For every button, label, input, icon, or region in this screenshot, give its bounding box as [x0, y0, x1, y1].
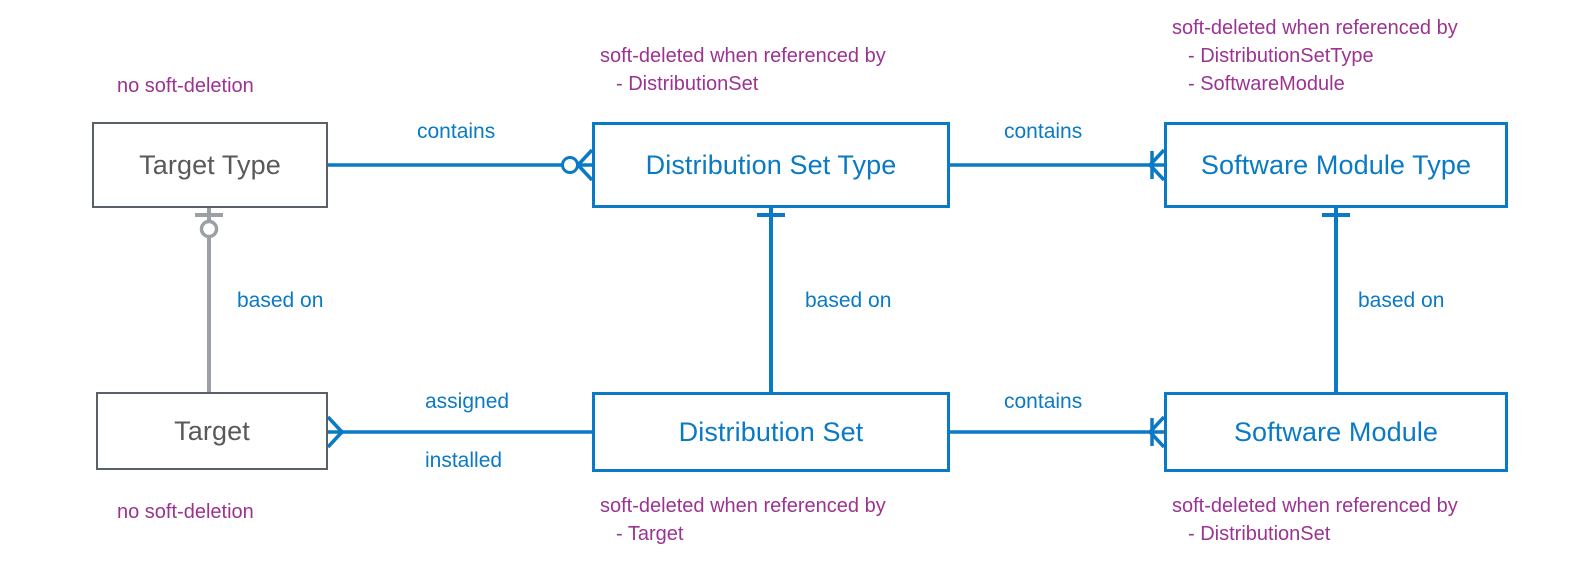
edge-label-text: contains — [417, 120, 496, 143]
edge-label-text: contains — [1004, 120, 1083, 143]
note-line: no soft-deletion — [117, 501, 254, 523]
entity-distribution-set[interactable]: Distribution Set — [592, 392, 950, 472]
edge-label-text: based on — [1358, 289, 1445, 312]
edge-target-to-distribution-set — [326, 415, 592, 449]
edge-label-contains-dst-smt: contains — [999, 120, 1088, 144]
note-line: - DistributionSetType — [1188, 45, 1374, 67]
entity-software-module[interactable]: Software Module — [1164, 392, 1508, 472]
edge-distribution-set-to-software-module — [950, 415, 1166, 449]
edge-label-text: based on — [805, 289, 892, 312]
entity-target[interactable]: Target — [96, 392, 328, 470]
entity-label: Software Module — [1233, 416, 1439, 447]
edge-target-type-to-target — [195, 208, 223, 392]
entity-label: Target Type — [139, 149, 281, 180]
edge-target-type-to-distribution-set-type — [328, 148, 594, 182]
edge-label-assigned: assigned — [420, 390, 515, 414]
note-line: no soft-deletion — [117, 75, 254, 97]
note-line: - SoftwareModule — [1188, 73, 1345, 95]
note-target-type: no soft-deletion — [117, 72, 254, 100]
entity-distribution-set-type[interactable]: Distribution Set Type — [592, 122, 950, 208]
edge-label-contains-ds-sm: contains — [999, 390, 1088, 414]
note-line: soft-deleted when referenced by — [600, 495, 886, 517]
note-software-module: soft-deleted when referenced by - Distri… — [1172, 492, 1458, 548]
edge-label-installed: installed — [420, 449, 508, 473]
entity-label: Software Module Type — [1200, 149, 1472, 180]
edge-label-based-on-smt-sm: based on — [1353, 289, 1450, 313]
note-distribution-set-type: soft-deleted when referenced by - Distri… — [600, 42, 886, 98]
entity-software-module-type[interactable]: Software Module Type — [1164, 122, 1508, 208]
note-line: - DistributionSet — [616, 73, 759, 95]
edge-label-text: installed — [425, 449, 503, 472]
note-target: no soft-deletion — [117, 498, 254, 526]
edge-distribution-set-type-to-distribution-set — [757, 208, 785, 392]
entity-label: Distribution Set Type — [645, 149, 897, 180]
note-line: soft-deleted when referenced by — [600, 45, 886, 67]
note-line: - Target — [616, 523, 684, 545]
edge-label-based-on-dst-ds: based on — [800, 289, 897, 313]
edge-distribution-set-type-to-software-module-type — [950, 148, 1166, 182]
note-distribution-set: soft-deleted when referenced by - Target — [600, 492, 886, 548]
edge-label-text: contains — [1004, 390, 1083, 413]
edge-software-module-type-to-software-module — [1322, 208, 1350, 392]
note-line: soft-deleted when referenced by — [1172, 495, 1458, 517]
note-line: - DistributionSet — [1188, 523, 1331, 545]
entity-label: Target — [174, 415, 250, 446]
er-diagram: Target Type Distribution Set Type Softwa… — [0, 0, 1584, 584]
note-software-module-type: soft-deleted when referenced by - Distri… — [1172, 14, 1458, 98]
note-line: soft-deleted when referenced by — [1172, 17, 1458, 39]
entity-target-type[interactable]: Target Type — [92, 122, 328, 208]
edge-label-text: based on — [237, 289, 324, 312]
entity-label: Distribution Set — [678, 416, 864, 447]
edge-label-text: assigned — [425, 390, 510, 413]
edge-label-contains-target-type-dst: contains — [412, 120, 501, 144]
edge-label-based-on-target-type-target: based on — [232, 289, 329, 313]
